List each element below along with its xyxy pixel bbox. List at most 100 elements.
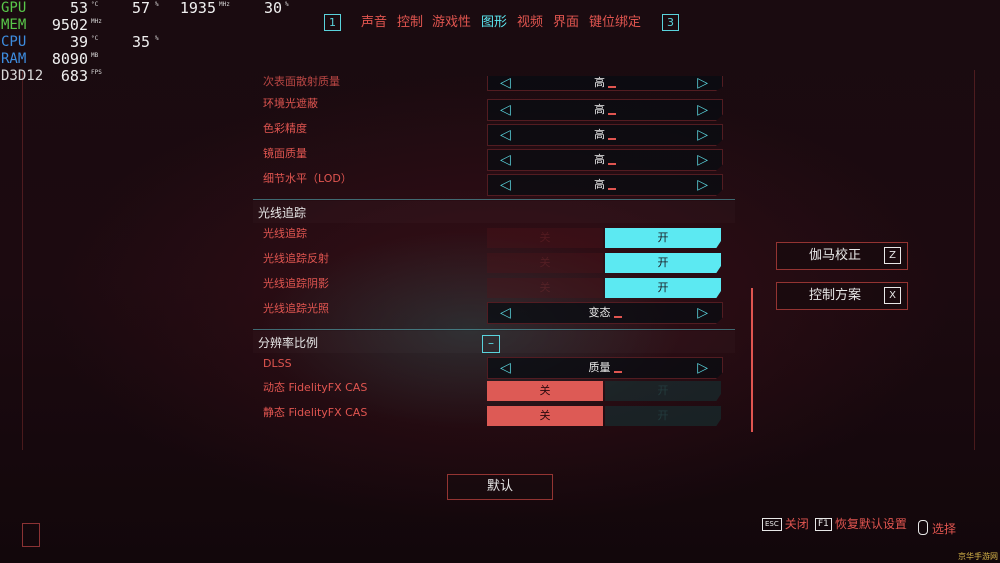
hud-ram-unit: MB bbox=[91, 52, 99, 59]
hud-gpu-load: 57 bbox=[131, 0, 150, 17]
arrow-right-icon[interactable]: ▷ bbox=[697, 176, 708, 194]
arrow-left-icon[interactable]: ◁ bbox=[500, 76, 511, 91]
setting-dlss-value: 质量 bbox=[588, 361, 611, 374]
toggle-on-option[interactable]: 开 bbox=[605, 278, 721, 298]
control-scheme-key-hint: X bbox=[884, 287, 901, 304]
setting-subsurface-value: 高 bbox=[594, 76, 605, 89]
hud-gpu-temp-unit: °C bbox=[91, 1, 99, 8]
toggle-off-option[interactable]: 关 bbox=[487, 381, 603, 401]
hud-gpu-extra: 30 bbox=[263, 0, 282, 17]
hud-cpu-load: 35 bbox=[131, 33, 150, 51]
setting-subsurface-selector[interactable]: 高 ◁ ▷ bbox=[487, 76, 723, 91]
tab-gameplay[interactable]: 游戏性 bbox=[432, 14, 471, 32]
esc-key-icon: ESC bbox=[762, 518, 782, 531]
section-title-resolution: 分辨率比例 bbox=[258, 336, 319, 350]
logo-badge-icon bbox=[22, 523, 40, 547]
footer-restore-defaults[interactable]: F1 恢复默认设置 bbox=[815, 516, 907, 532]
setting-rt-lighting-value: 变态 bbox=[588, 306, 611, 319]
setting-mirror-quality-selector[interactable]: ◁ 高 ▷ bbox=[487, 149, 723, 171]
setting-rt-lighting-selector[interactable]: ◁ 变态 ▷ bbox=[487, 302, 723, 324]
hud-fps-value: 683 bbox=[60, 67, 88, 85]
hud-gpu-clock: 1935 bbox=[179, 0, 216, 17]
f1-key-icon: F1 bbox=[815, 518, 832, 531]
control-scheme-button[interactable]: 控制方案 X bbox=[776, 282, 908, 310]
hud-api-label: D3D12 bbox=[1, 68, 44, 84]
setting-mirror-quality-value: 高 bbox=[594, 153, 605, 166]
setting-label-color-precision: 色彩精度 bbox=[263, 122, 307, 135]
default-button[interactable]: 默认 bbox=[447, 474, 553, 500]
tab-key-bindings[interactable]: 键位绑定 bbox=[589, 14, 641, 32]
setting-color-precision-selector[interactable]: ◁ 高 ▷ bbox=[487, 124, 723, 146]
arrow-right-icon[interactable]: ▷ bbox=[697, 76, 708, 91]
tab-controls[interactable]: 控制 bbox=[397, 14, 423, 32]
gamma-key-hint: Z bbox=[884, 247, 901, 264]
hud-mem-row: MEM 9502 MHz bbox=[0, 17, 300, 34]
footer-select-label: 选择 bbox=[932, 522, 957, 536]
toggle-off-label: 关 bbox=[539, 281, 551, 294]
decor-line-right bbox=[974, 70, 975, 450]
next-tab-key[interactable]: 3 bbox=[662, 14, 679, 31]
setting-rt-reflections-toggle[interactable]: 关 开 bbox=[487, 253, 721, 273]
toggle-on-option[interactable]: 开 bbox=[605, 381, 721, 401]
collapse-section-icon[interactable]: – bbox=[482, 335, 500, 353]
toggle-on-option[interactable]: 开 bbox=[605, 253, 721, 273]
setting-label-raytracing: 光线追踪 bbox=[263, 227, 307, 240]
prev-tab-key[interactable]: 1 bbox=[324, 14, 341, 31]
setting-label-static-cas: 静态 FidelityFX CAS bbox=[263, 406, 368, 419]
arrow-right-icon[interactable]: ▷ bbox=[697, 151, 708, 169]
setting-ambient-occlusion-value: 高 bbox=[594, 103, 605, 116]
hud-api-row: D3D12 683 FPS bbox=[0, 68, 300, 85]
gamma-correction-label: 伽马校正 bbox=[809, 248, 862, 263]
setting-lod-value: 高 bbox=[594, 178, 605, 191]
setting-color-precision-value: 高 bbox=[594, 128, 605, 141]
setting-label-rt-reflections: 光线追踪反射 bbox=[263, 252, 329, 265]
hud-mem-value: 9502 bbox=[51, 16, 88, 34]
toggle-off-label: 关 bbox=[539, 231, 551, 244]
toggle-off-option[interactable]: 关 bbox=[487, 406, 603, 426]
setting-raytracing-toggle[interactable]: 关 开 bbox=[487, 228, 721, 248]
section-title-raytracing: 光线追踪 bbox=[258, 206, 307, 220]
tab-audio[interactable]: 声音 bbox=[361, 14, 387, 32]
arrow-right-icon[interactable]: ▷ bbox=[697, 359, 708, 377]
arrow-right-icon[interactable]: ▷ bbox=[697, 126, 708, 144]
hud-ram-value: 8090 bbox=[51, 50, 88, 68]
footer-select[interactable]: 选择 bbox=[918, 520, 956, 537]
footer-close[interactable]: ESC 关闭 bbox=[762, 516, 809, 532]
tab-graphics[interactable]: 图形 bbox=[481, 14, 507, 32]
setting-dlss-selector[interactable]: ◁ 质量 ▷ bbox=[487, 357, 723, 379]
setting-label-mirror-quality: 镜面质量 bbox=[263, 147, 307, 160]
decor-line-left bbox=[22, 70, 23, 450]
setting-rt-shadows-toggle[interactable]: 关 开 bbox=[487, 278, 721, 298]
scrollbar[interactable] bbox=[751, 288, 753, 432]
hud-ram-label: RAM bbox=[1, 51, 27, 67]
hud-mem-label: MEM bbox=[1, 17, 27, 33]
toggle-on-option[interactable]: 开 bbox=[605, 228, 721, 248]
arrow-right-icon[interactable]: ▷ bbox=[697, 304, 708, 322]
setting-static-cas-toggle[interactable]: 关 开 bbox=[487, 406, 721, 426]
hud-fps-unit: FPS bbox=[91, 69, 102, 76]
setting-dynamic-cas-toggle[interactable]: 关 开 bbox=[487, 381, 721, 401]
tab-interface[interactable]: 界面 bbox=[553, 14, 579, 32]
setting-label-lod: 细节水平（LOD） bbox=[263, 172, 352, 185]
toggle-on-option[interactable]: 开 bbox=[605, 406, 721, 426]
setting-lod-selector[interactable]: ◁ 高 ▷ bbox=[487, 174, 723, 196]
hud-gpu-temp: 53 bbox=[69, 0, 88, 17]
section-header-raytracing: 光线追踪 bbox=[253, 201, 735, 223]
footer-close-label: 关闭 bbox=[784, 517, 809, 531]
tab-video[interactable]: 视频 bbox=[517, 14, 543, 32]
mouse-icon bbox=[918, 520, 928, 535]
gamma-correction-button[interactable]: 伽马校正 Z bbox=[776, 242, 908, 270]
hud-gpu-row: GPU 53 °C 57 % 1935 MHz 30 % bbox=[0, 0, 300, 17]
watermark: 京华手游网 bbox=[958, 552, 998, 561]
setting-ambient-occlusion-selector[interactable]: ◁ 高 ▷ bbox=[487, 99, 723, 121]
hud-cpu-row: CPU 39 °C 35 % bbox=[0, 34, 300, 51]
hud-mem-unit: MHz bbox=[91, 18, 102, 25]
hud-cpu-label: CPU bbox=[1, 34, 27, 50]
hud-gpu-label: GPU bbox=[1, 0, 27, 16]
hud-gpu-clock-unit: MHz bbox=[219, 1, 230, 8]
setting-label-subsurface: 次表面散射质量 bbox=[263, 75, 340, 88]
setting-label-ambient-occlusion: 环境光遮蔽 bbox=[263, 97, 318, 110]
hud-cpu-load-unit: % bbox=[155, 35, 159, 42]
hud-cpu-temp: 39 bbox=[69, 33, 88, 51]
arrow-right-icon[interactable]: ▷ bbox=[697, 101, 708, 119]
